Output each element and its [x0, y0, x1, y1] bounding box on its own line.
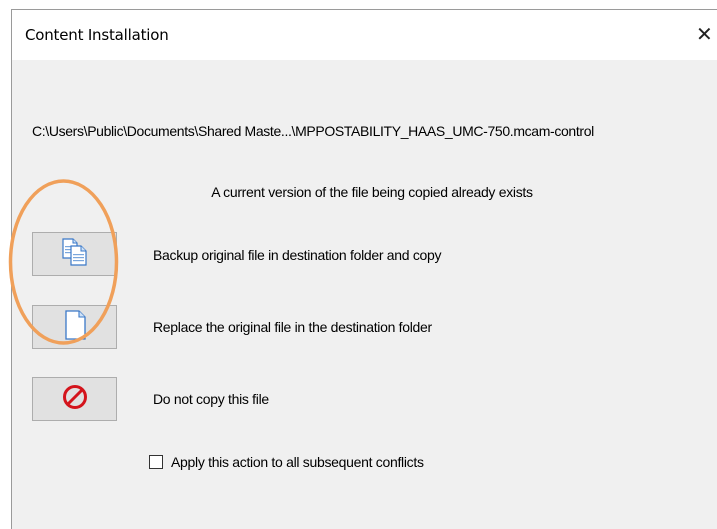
- apply-all-label[interactable]: Apply this action to all subsequent conf…: [171, 454, 424, 470]
- apply-all-checkbox[interactable]: [149, 455, 163, 469]
- dialog-title: Content Installation: [25, 26, 169, 44]
- annotation-ellipse: [8, 179, 119, 345]
- no-entry-icon: [61, 383, 89, 416]
- file-path: C:\Users\Public\Documents\Shared Maste..…: [32, 123, 594, 139]
- close-button[interactable]: ✕: [696, 22, 717, 46]
- do-not-copy-button[interactable]: [32, 377, 117, 421]
- title-bar: Content Installation ✕: [12, 10, 717, 60]
- do-not-copy-label: Do not copy this file: [153, 391, 269, 407]
- backup-and-copy-label: Backup original file in destination fold…: [153, 247, 442, 263]
- replace-original-label: Replace the original file in the destina…: [153, 319, 432, 335]
